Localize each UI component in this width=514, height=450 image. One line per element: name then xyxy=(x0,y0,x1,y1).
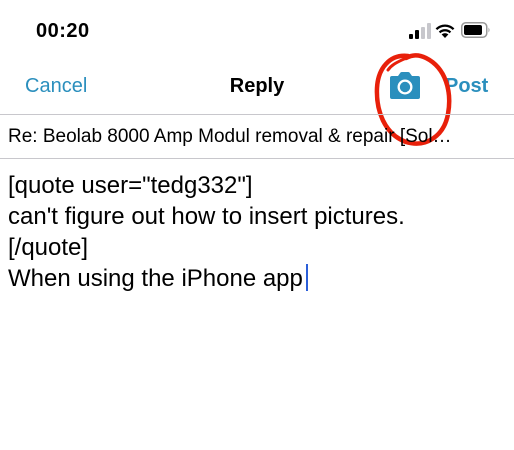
reply-screen: 00:20 Cancel Reply Post Re: Beolab 8000 … xyxy=(0,0,514,450)
body-line-text: When using the iPhone app xyxy=(8,265,303,292)
body-line: can't figure out how to insert pictures. xyxy=(8,203,405,230)
post-button[interactable]: Post xyxy=(445,75,488,98)
body-line: [quote user="tedg332"] xyxy=(8,172,253,199)
subject-field[interactable] xyxy=(0,116,514,158)
cellular-signal-icon xyxy=(409,23,431,39)
status-time: 00:20 xyxy=(36,20,90,42)
wifi-icon xyxy=(435,24,455,38)
page-title: Reply xyxy=(229,75,285,97)
message-body-editor[interactable]: [quote user="tedg332"] can't figure out … xyxy=(8,170,506,440)
battery-icon xyxy=(461,22,490,38)
cancel-button[interactable]: Cancel xyxy=(25,75,87,98)
body-line: [/quote] xyxy=(8,234,89,261)
status-bar: 00:20 xyxy=(0,0,514,60)
subject-divider xyxy=(0,158,514,159)
body-line-last: When using the iPhone app xyxy=(8,263,506,294)
camera-icon[interactable] xyxy=(386,71,424,101)
text-caret xyxy=(305,264,308,291)
nav-divider xyxy=(0,114,514,115)
nav-bar: Cancel Reply Post xyxy=(0,60,514,114)
